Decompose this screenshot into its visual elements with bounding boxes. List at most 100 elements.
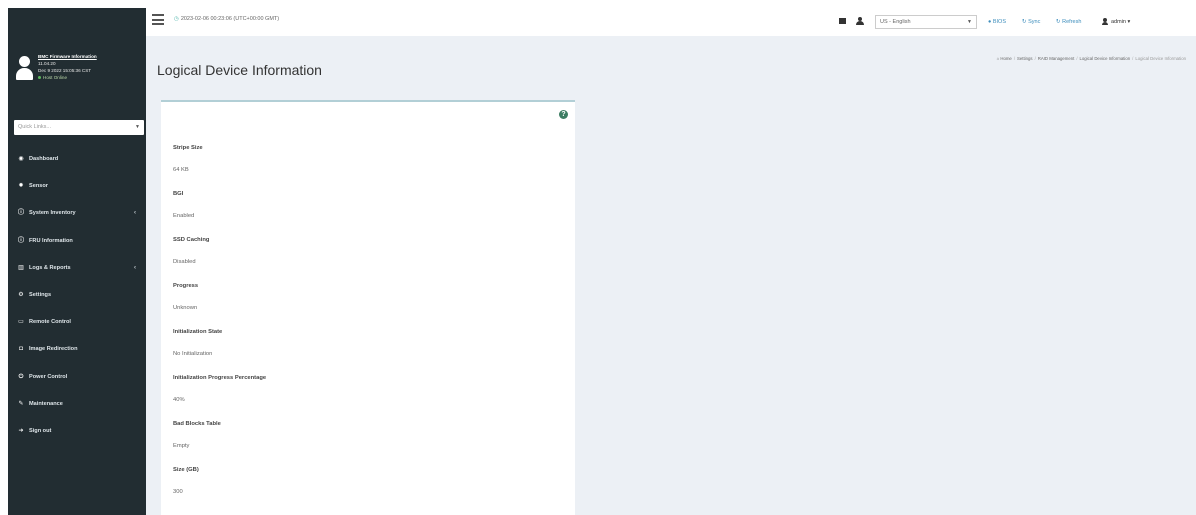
device-field: Progress Unknown [173,282,198,312]
profile-info: BMC Firmware Information 11.04.20 Dec 9 … [38,53,97,81]
field-value: 300 [173,489,183,495]
sidebar-item-logs-reports[interactable]: ▥ Logs & Reports ‹ [8,255,146,282]
sync-button[interactable]: ↻ Sync [1022,8,1040,36]
sidebar-item-settings[interactable]: ⚙ Settings [8,282,146,309]
bmc-firmware-link[interactable]: BMC Firmware Information [38,53,97,60]
disk-icon: ◘ [19,346,23,353]
field-value: Disabled [173,259,196,265]
page-title: Logical Device Information [157,62,322,78]
breadcrumb-separator: / [1034,56,1036,61]
breadcrumb-link[interactable]: Logical Device Information [1080,56,1131,61]
help-icon[interactable]: ? [559,110,568,119]
bios-label: BIOS [992,19,1007,25]
device-field: Size (GB) 300 [173,466,199,496]
chevron-left-icon: ‹ [134,264,136,271]
sidebar-item-label: Dashboard [29,156,59,162]
breadcrumb-link[interactable]: RAID Management [1038,56,1075,61]
gear-icon: ⚙ [18,291,24,298]
hamburger-menu-icon[interactable] [152,14,164,28]
device-field: SSD Caching Disabled [173,236,209,266]
sync-icon: ↻ [1022,19,1027,25]
sidebar-item-maintenance[interactable]: ✎ Maintenance [8,391,146,418]
device-field: Bad Blocks Table Empty [173,420,221,450]
sidebar-item-sensor[interactable]: ✹ Sensor [8,173,146,200]
quick-links-select[interactable]: Quick Links... ▼ [14,120,144,135]
user-name: admin [1111,19,1126,25]
field-label: Bad Blocks Table [173,421,221,427]
monitor-icon: ▭ [18,319,24,326]
chip-icon: ● [988,19,992,25]
datetime-text: 2023-02-06 00:23:06 (UTC+00:00 GMT) [180,16,280,22]
sidebar-item-label: Remote Control [29,319,71,326]
firmware-version: 11.04.20 [38,61,56,66]
language-select[interactable]: US - English ▼ [875,15,977,29]
refresh-label: Refresh [1062,19,1082,25]
user-panel: BMC Firmware Information 11.04.20 Dec 9 … [8,8,146,100]
chevron-down-icon: ▼ [135,124,140,130]
sidebar-item-remote-control[interactable]: ▭ Remote Control [8,309,146,336]
sidebar-item-image-redirection[interactable]: ◘ Image Redirection [8,336,146,363]
breadcrumb-separator: / [1076,56,1078,61]
device-field: Initialization State No Initialization [173,328,222,358]
user-icon [1102,18,1108,26]
breadcrumb-current: Logical Device Information [1135,56,1186,61]
sidebar-item-label: Power Control [29,373,68,380]
datetime-display: ◷ 2023-02-06 00:23:06 (UTC+00:00 GMT) [174,16,279,22]
logical-device-panel: ? Stripe Size 64 KB BGI Enabled SSD Caching D… [161,100,575,515]
user-menu[interactable]: admin ▾ [1102,8,1130,36]
info-circle-icon: ⓘ [17,237,24,244]
power-icon: ⏻ [18,373,24,380]
breadcrumb: ⌂ Home / Settings / RAID Management / Logical … [997,56,1186,61]
sidebar-item-fru-information[interactable]: ⓘ FRU Information [8,228,146,255]
sidebar-item-label: Sign out [29,427,52,434]
top-bar: ◷ 2023-02-06 00:23:06 (UTC+00:00 GMT) US … [146,8,1196,36]
bar-chart-icon: ▥ [18,264,24,271]
content-area: Logical Device Information ⌂ Home / Settin… [146,36,1196,515]
sidebar-item-system-inventory[interactable]: ⓘ System Inventory ‹ [8,200,146,227]
sidebar-item-label: Settings [29,291,52,298]
sidebar-item-label: Logs & Reports [29,264,71,271]
chevron-left-icon: ‹ [134,210,136,217]
clock-icon: ◷ [174,16,179,22]
breadcrumb-link[interactable]: Home [1000,56,1011,61]
sidebar-item-dashboard[interactable]: ◉ Dashboard [8,146,146,173]
host-status-label: Host Online [43,75,68,80]
breadcrumb-link[interactable]: Settings [1017,56,1033,61]
quick-links-placeholder: Quick Links... [18,124,52,130]
firmware-build-date: Dec 9 2022 15:05:36 CST [38,68,92,73]
status-dot-icon [38,76,41,80]
refresh-button[interactable]: ↻ Refresh [1056,8,1081,36]
user-icon[interactable] [856,8,864,36]
field-label: Size (GB) [173,467,199,473]
sidebar-item-label: System Inventory [29,210,76,217]
sidebar-item-label: Maintenance [29,400,63,407]
sidebar-item-sign-out[interactable]: ➜ Sign out [8,418,146,445]
refresh-icon: ↻ [1056,19,1061,25]
chevron-down-icon: ▼ [967,19,972,25]
field-value: Enabled [173,213,195,219]
field-label: Progress [173,283,199,289]
host-status: Host Online [38,74,97,81]
tachometer-icon: ◉ [18,156,24,162]
field-value: 40% [173,397,185,403]
breadcrumb-separator: / [1013,56,1016,61]
device-field: Stripe Size 64 KB [173,144,203,174]
sidebar: BMC Firmware Information 11.04.20 Dec 9 … [8,8,146,515]
field-value: No Initialization [173,351,213,357]
field-value: Empty [173,443,190,449]
bios-button[interactable]: ● BIOS [988,8,1006,36]
envelope-icon[interactable] [839,8,847,36]
sidebar-item-label: Sensor [29,183,48,190]
field-label: BGI [173,191,184,197]
device-field: Initialization Progress Percentage 40% [173,374,266,404]
cogs-icon: ✹ [18,183,24,190]
breadcrumb-separator: / [1132,56,1134,61]
sidebar-nav: ◉ Dashboard ✹ Sensor ⓘ System Inventory ‹ ⓘ FRU … [8,146,146,445]
info-circle-icon: ⓘ [17,210,24,217]
sidebar-item-power-control[interactable]: ⏻ Power Control [8,364,146,391]
field-label: Initialization Progress Percentage [173,375,267,381]
field-label: SSD Caching [173,237,210,243]
field-label: Initialization State [173,329,223,335]
language-selected: US - English [880,19,911,25]
sync-label: Sync [1028,19,1041,25]
